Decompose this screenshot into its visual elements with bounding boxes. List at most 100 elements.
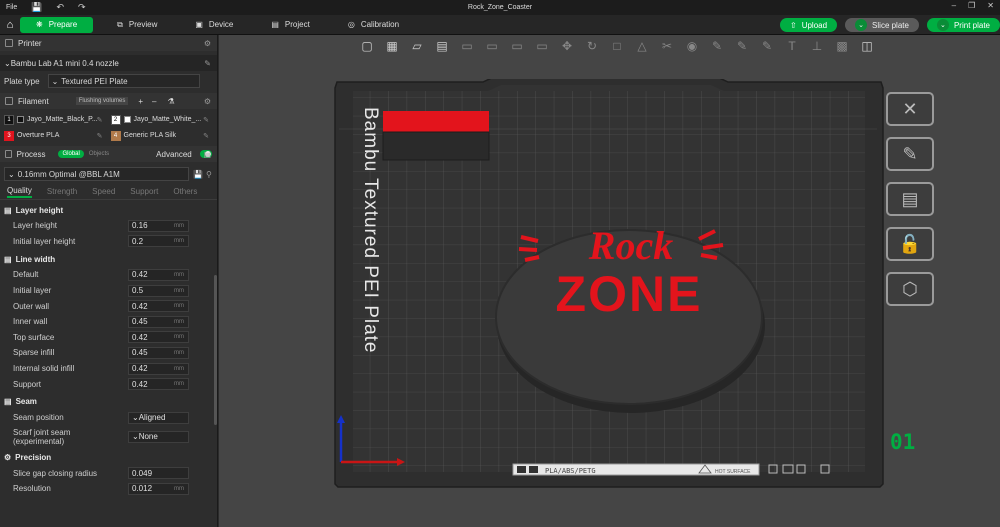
close-plate-icon[interactable]: ✕ bbox=[886, 92, 934, 126]
add-icon[interactable]: + bbox=[138, 97, 143, 106]
filament-slot-4[interactable]: 4 Generic PLA Silk ✎ bbox=[110, 129, 214, 142]
edit-icon[interactable]: ✎ bbox=[203, 116, 209, 124]
filament-slot-1[interactable]: 1 Jayo_Matte_Black_P... ✎ bbox=[4, 113, 107, 126]
filament-slot-2[interactable]: 2 Jayo_Matte_White_... ✎ bbox=[110, 113, 214, 126]
edit-icon[interactable]: ✎ bbox=[203, 132, 209, 140]
param-unit: mm bbox=[174, 485, 184, 492]
support-paint-icon[interactable]: ✎ bbox=[709, 38, 725, 54]
search-icon[interactable]: ⚲ bbox=[206, 170, 212, 179]
add-plate-icon[interactable]: ▦ bbox=[384, 38, 400, 54]
plate-strip-text: PLA/ABS/PETG bbox=[545, 467, 596, 475]
text-tool-icon[interactable]: T bbox=[784, 38, 800, 54]
color-paint-icon[interactable]: ✎ bbox=[759, 38, 775, 54]
edit-icon[interactable]: ✎ bbox=[97, 116, 103, 124]
param-input[interactable]: 0.012 mm bbox=[128, 482, 189, 495]
assembly-icon[interactable]: ▩ bbox=[834, 38, 850, 54]
printer-select[interactable]: ⌄ Bambu Lab A1 mini 0.4 nozzle ✎ bbox=[0, 55, 217, 71]
global-toggle[interactable]: Global bbox=[58, 150, 84, 158]
3d-viewport[interactable]: ▢ ▦ ▱ ▤ ▭ ▭ ▭ ▭ ✥ ↻ □ △ ✂ ◉ ✎ ✎ ✎ T ⊥ ▩ … bbox=[219, 35, 1000, 527]
tab-speed[interactable]: Speed bbox=[92, 187, 115, 196]
arrange-plate-tool-icon[interactable]: ▤ bbox=[886, 182, 934, 216]
home-icon[interactable]: ⌂ bbox=[0, 19, 20, 31]
param-input[interactable]: 0.2 mm bbox=[128, 235, 189, 248]
preview-icon: ⧉ bbox=[117, 19, 123, 29]
param-row: Sparse infill 0.45 mm bbox=[0, 345, 217, 361]
param-value: None bbox=[138, 432, 158, 442]
param-input[interactable]: 0.42 mm bbox=[128, 268, 189, 281]
param-input[interactable]: 0.42 mm bbox=[128, 331, 189, 344]
process-preset-row: ⌄ 0.16mm Optimal @BBL A1M 💾 ⚲ bbox=[0, 166, 217, 182]
split-parts-icon[interactable]: ▭ bbox=[484, 38, 500, 54]
boolean-icon[interactable]: ◉ bbox=[684, 38, 700, 54]
prime-tower-red[interactable] bbox=[383, 111, 489, 132]
close-icon[interactable]: ✕ bbox=[987, 1, 994, 10]
seam-paint-icon[interactable]: ✎ bbox=[734, 38, 750, 54]
layers-tool-icon[interactable]: ▭ bbox=[509, 38, 525, 54]
process-preset-select[interactable]: ⌄ 0.16mm Optimal @BBL A1M bbox=[4, 167, 189, 181]
unlock-icon[interactable]: 🔓 bbox=[886, 227, 934, 261]
param-input[interactable]: 0.42 mm bbox=[128, 300, 189, 313]
add-object-icon[interactable]: ▢ bbox=[359, 38, 375, 54]
tab-device[interactable]: ▣ Device bbox=[181, 17, 247, 33]
gear-icon[interactable]: ⚙ bbox=[204, 39, 211, 48]
group-title: Precision bbox=[15, 453, 52, 463]
redo-icon[interactable]: ↷ bbox=[78, 2, 86, 13]
seam-position-select[interactable]: ⌄ Aligned bbox=[128, 411, 189, 424]
arrange-icon[interactable]: ▤ bbox=[434, 38, 450, 54]
plate-type-select[interactable]: ⌄ Textured PEI Plate bbox=[47, 74, 200, 88]
compare-icon[interactable]: ▤ bbox=[203, 150, 211, 159]
chevron-down-icon[interactable]: ⌄ bbox=[936, 19, 949, 31]
save-icon[interactable]: 💾 bbox=[31, 2, 42, 13]
restore-icon[interactable]: ❐ bbox=[968, 1, 975, 10]
gear-icon[interactable]: ⚙ bbox=[204, 97, 211, 106]
param-input[interactable]: 0.16 mm bbox=[128, 219, 189, 232]
cut-icon[interactable]: ✂ bbox=[659, 38, 675, 54]
tab-others[interactable]: Others bbox=[173, 187, 197, 196]
sync-icon[interactable]: ⚗ bbox=[168, 97, 175, 106]
upload-button[interactable]: ⇧ Upload bbox=[779, 18, 838, 32]
edit-icon[interactable]: ✎ bbox=[97, 132, 103, 140]
lay-on-face-icon[interactable]: △ bbox=[634, 38, 650, 54]
sidebar-scrollbar[interactable] bbox=[214, 275, 217, 425]
rotate-icon[interactable]: ↻ bbox=[584, 38, 600, 54]
param-input[interactable]: 0.42 mm bbox=[128, 362, 189, 375]
scale-icon[interactable]: □ bbox=[609, 38, 625, 54]
prime-tower-base[interactable] bbox=[382, 131, 490, 161]
scarf-joint-select[interactable]: ⌄ None bbox=[128, 430, 189, 443]
tab-preview[interactable]: ⧉ Preview bbox=[103, 17, 171, 33]
variable-height-icon[interactable]: ▭ bbox=[534, 38, 550, 54]
auto-orient-plate-icon[interactable]: ✎ bbox=[886, 137, 934, 171]
printer-header: Printer bbox=[18, 38, 42, 48]
file-menu[interactable]: File bbox=[6, 4, 17, 11]
tab-prepare[interactable]: ❋ Prepare bbox=[20, 16, 94, 33]
slice-plate-button[interactable]: ⌄ Slice plate bbox=[845, 18, 919, 32]
minimize-icon[interactable]: – bbox=[952, 1, 956, 10]
param-input[interactable]: 0.45 mm bbox=[128, 346, 189, 359]
split-objects-icon[interactable]: ▭ bbox=[459, 38, 475, 54]
tab-quality[interactable]: Quality bbox=[7, 186, 32, 198]
measure-icon[interactable]: ⊥ bbox=[809, 38, 825, 54]
tab-calibration[interactable]: ◎ Calibration bbox=[334, 17, 413, 33]
param-input[interactable]: 0.5 mm bbox=[128, 284, 189, 297]
auto-orient-icon[interactable]: ▱ bbox=[409, 38, 425, 54]
print-plate-button[interactable]: ⌄ Print plate bbox=[926, 18, 1000, 32]
group-seam: ▤ Seam bbox=[0, 394, 217, 410]
move-icon[interactable]: ✥ bbox=[559, 38, 575, 54]
build-plate[interactable]: Bambu Textured PEI Plate Rock ZONE PLA/A… bbox=[333, 79, 885, 491]
chevron-down-icon[interactable]: ⌄ bbox=[855, 19, 868, 31]
plate-settings-tool-icon[interactable]: ⬡ bbox=[886, 272, 934, 306]
tab-strength[interactable]: Strength bbox=[47, 187, 77, 196]
tab-support[interactable]: Support bbox=[130, 187, 158, 196]
tab-project[interactable]: ▤ Project bbox=[257, 17, 323, 33]
param-input[interactable]: 0.42 mm bbox=[128, 378, 189, 391]
edit-icon[interactable]: ✎ bbox=[204, 59, 211, 68]
save-icon[interactable]: 💾 bbox=[193, 170, 203, 179]
filament-slot-3[interactable]: 3 Overture PLA ✎ bbox=[4, 129, 107, 142]
undo-icon[interactable]: ↶ bbox=[57, 2, 65, 13]
remove-icon[interactable]: – bbox=[152, 97, 156, 106]
param-input[interactable]: 0.049 bbox=[128, 467, 189, 480]
objects-toggle[interactable]: Objects bbox=[89, 151, 109, 157]
view-toggle-icon[interactable]: ◫ bbox=[859, 38, 875, 54]
param-input[interactable]: 0.45 mm bbox=[128, 315, 189, 328]
flushing-volumes-button[interactable]: Flushing volumes bbox=[75, 97, 129, 105]
